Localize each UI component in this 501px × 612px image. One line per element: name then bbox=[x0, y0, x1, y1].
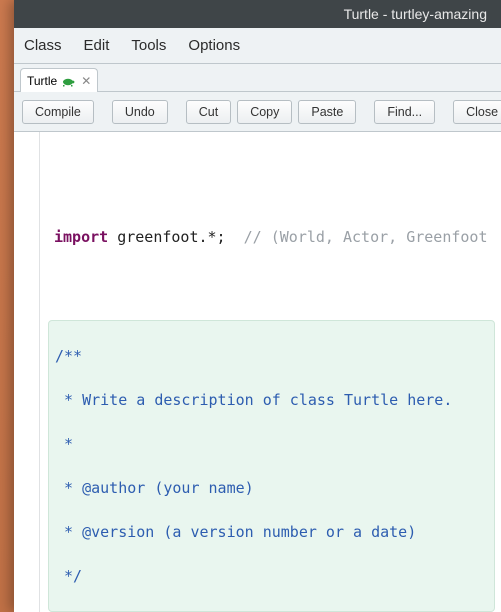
menu-class[interactable]: Class bbox=[24, 37, 62, 54]
code-editor[interactable]: import greenfoot.*; // (World, Actor, Gr… bbox=[14, 132, 501, 612]
class-doc-comment: /** * Write a description of class Turtl… bbox=[48, 320, 495, 612]
close-icon[interactable]: ✕ bbox=[81, 74, 91, 88]
compile-button[interactable]: Compile bbox=[22, 100, 94, 124]
copy-button[interactable]: Copy bbox=[237, 100, 292, 124]
tab-turtle[interactable]: Turtle ✕ bbox=[20, 68, 98, 92]
code-content: import greenfoot.*; // (World, Actor, Gr… bbox=[42, 204, 501, 612]
cut-button[interactable]: Cut bbox=[186, 100, 231, 124]
kw-import: import bbox=[54, 228, 108, 246]
undo-button[interactable]: Undo bbox=[112, 100, 168, 124]
titlebar: Turtle - turtley-amazing bbox=[14, 0, 501, 28]
turtle-icon bbox=[61, 76, 75, 86]
window-title: Turtle - turtley-amazing bbox=[344, 6, 487, 22]
window: Turtle - turtley-amazing Class Edit Tool… bbox=[14, 0, 501, 612]
gutter bbox=[14, 132, 40, 612]
tab-label: Turtle bbox=[27, 74, 57, 88]
menu-options[interactable]: Options bbox=[188, 37, 240, 54]
menu-tools[interactable]: Tools bbox=[131, 37, 166, 54]
menubar: Class Edit Tools Options bbox=[14, 28, 501, 64]
paste-button[interactable]: Paste bbox=[298, 100, 356, 124]
menu-edit[interactable]: Edit bbox=[84, 37, 110, 54]
tab-row: Turtle ✕ bbox=[14, 64, 501, 92]
toolbar: Compile Undo Cut Copy Paste Find... Clos… bbox=[14, 92, 501, 132]
find-button[interactable]: Find... bbox=[374, 100, 435, 124]
close-button[interactable]: Close bbox=[453, 100, 501, 124]
